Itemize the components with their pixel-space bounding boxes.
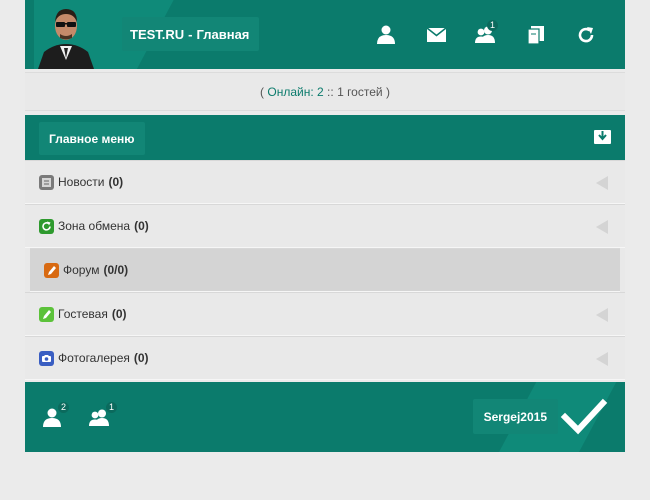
site-title[interactable]: TEST.RU - Главная xyxy=(122,17,260,51)
friends-online-badge: 1 xyxy=(105,402,117,413)
menu-item-gallery[interactable]: Фотогалерея (0) xyxy=(25,336,625,380)
header-icons: 1 xyxy=(361,0,611,69)
refresh-icon[interactable] xyxy=(561,15,611,55)
exchange-icon xyxy=(39,218,54,234)
main-menu-title[interactable]: Главное меню xyxy=(39,122,145,155)
menu-item-forum[interactable]: Форум (0/0) xyxy=(30,248,620,292)
menu-list: Новости (0) Зона обмена (0) Форум (0/0) … xyxy=(25,160,625,380)
arrow-left-icon xyxy=(596,220,608,234)
menu-item-label: Гостевая xyxy=(58,307,108,321)
online-link[interactable]: Онлайн: 2 xyxy=(267,85,323,99)
avatar[interactable] xyxy=(34,0,98,69)
online-guests: 1 гостей xyxy=(337,84,383,99)
menu-item-count: (0/0) xyxy=(103,263,129,277)
checkmark-icon[interactable] xyxy=(560,397,608,437)
download-icon[interactable] xyxy=(594,128,611,149)
menu-item-label: Новости xyxy=(58,175,105,189)
mail-icon[interactable] xyxy=(411,15,461,55)
online-sep: :: xyxy=(327,84,334,99)
username-button[interactable]: Sergej2015 xyxy=(472,399,558,434)
header-bar: TEST.RU - Главная 1 xyxy=(25,0,625,69)
friends-icon[interactable]: 1 xyxy=(461,15,511,55)
menu-item-label: Форум xyxy=(63,263,100,277)
arrow-left-icon xyxy=(596,308,608,322)
menu-item-guestbook[interactable]: Гостевая (0) xyxy=(25,292,625,336)
profile-icon[interactable] xyxy=(361,15,411,55)
menu-item-count: (0) xyxy=(111,307,127,321)
menu-item-label: Фотогалерея xyxy=(58,351,130,365)
menu-item-label: Зона обмена xyxy=(58,219,131,233)
friends-badge: 1 xyxy=(486,19,498,31)
news-icon xyxy=(39,174,54,190)
book-icon[interactable] xyxy=(511,15,561,55)
site-name: TEST.RU xyxy=(130,26,185,42)
footer-bar: 2 1 Sergej2015 xyxy=(25,382,625,452)
arrow-left-icon xyxy=(596,352,608,366)
page-title: Главная xyxy=(196,26,250,42)
menu-item-exchange[interactable]: Зона обмена (0) xyxy=(25,204,625,248)
page: TEST.RU - Главная 1 ( Онлайн: 2:: 1 гос… xyxy=(25,0,625,452)
online-status: ( Онлайн: 2 :: 1 гостей ) xyxy=(25,72,625,111)
main-menu-bar: Главное меню xyxy=(25,115,625,160)
friends-online-icon[interactable]: 1 xyxy=(87,402,117,430)
arrow-left-icon xyxy=(596,176,608,190)
title-separator: - xyxy=(188,26,193,42)
forum-icon xyxy=(44,262,59,278)
menu-item-count: (0) xyxy=(133,351,149,365)
menu-item-news[interactable]: Новости (0) xyxy=(25,160,625,204)
guestbook-icon xyxy=(39,306,54,322)
menu-item-count: (0) xyxy=(134,219,149,233)
online-open: ( xyxy=(260,84,265,99)
users-badge: 2 xyxy=(57,402,69,413)
users-icon[interactable]: 2 xyxy=(39,402,69,430)
online-close: ) xyxy=(385,84,390,99)
gallery-icon xyxy=(39,350,54,366)
menu-item-count: (0) xyxy=(108,175,124,189)
